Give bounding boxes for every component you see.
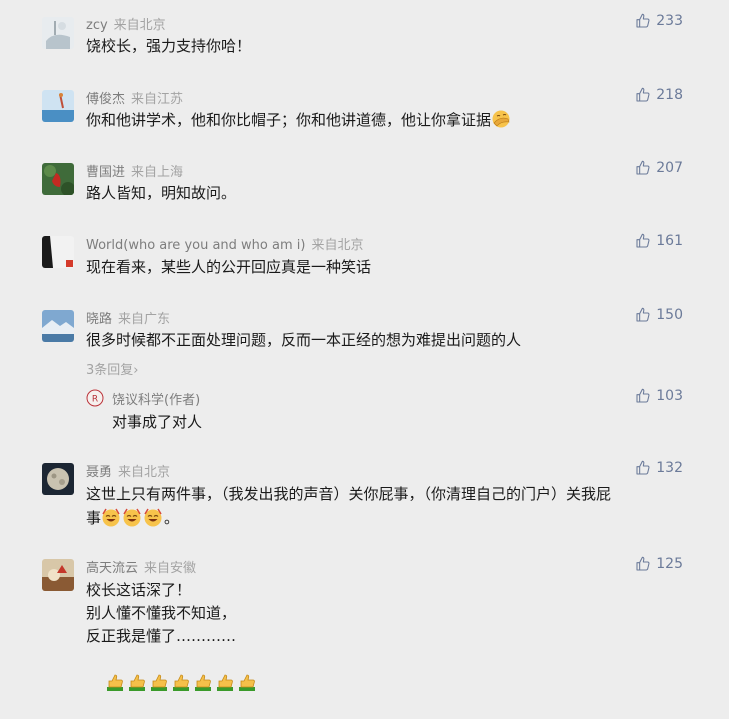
facepalm-emoji	[492, 110, 510, 128]
comment-text: 事。	[86, 506, 179, 530]
comment-text: 很多时候都不正面处理问题，反而一本正经的想为难提出问题的人	[86, 331, 522, 349]
username[interactable]: 晓路	[86, 312, 112, 327]
like-count: 150	[656, 307, 683, 323]
comment-meta: 晓路 来自广东	[86, 308, 170, 327]
username[interactable]: 傅俊杰	[86, 92, 125, 107]
avatar[interactable]	[42, 310, 74, 342]
avatar[interactable]	[42, 163, 74, 195]
location-label: 来自江苏	[131, 92, 184, 107]
location-label: 来自上海	[131, 165, 184, 180]
comment-text: 你和他讲学术，他和你比帽子；你和他讲道德，他让你拿证据	[86, 108, 512, 132]
thumbs-up-emoji	[215, 672, 235, 692]
username[interactable]: World(who are you and who am i)	[86, 238, 305, 253]
username[interactable]: 曹国进	[86, 165, 125, 180]
like-count: 125	[656, 556, 683, 572]
chevron-right-icon: ›	[133, 363, 139, 378]
thumbs-up-outline-icon	[635, 87, 651, 103]
avatar[interactable]	[42, 236, 74, 268]
thumbs-up-emoji	[237, 672, 257, 692]
location-label: 来自北京	[311, 238, 364, 253]
thumbs-up-emoji	[149, 672, 169, 692]
reply-username[interactable]: 饶议科学(作者)	[112, 389, 200, 408]
location-label: 来自广东	[118, 312, 171, 327]
like-button[interactable]: 233	[635, 13, 683, 29]
comment-text-line: 这世上只有两件事，（我发出我的声音）关你屁事，（你清理自己的门户）关我屁	[86, 485, 612, 503]
like-count: 161	[656, 233, 683, 249]
thumbs-up-outline-icon	[635, 388, 651, 404]
comment-meta: World(who are you and who am i) 来自北京	[86, 234, 363, 253]
replies-count-label: 3条回复	[86, 363, 134, 378]
username[interactable]: zcy	[86, 18, 108, 33]
thumbs-up-emoji	[105, 672, 125, 692]
like-button[interactable]: 125	[635, 556, 683, 572]
like-button[interactable]: 218	[635, 87, 683, 103]
avatar[interactable]	[42, 559, 74, 591]
thumbs-up-emoji	[127, 672, 147, 692]
like-button[interactable]: 132	[635, 460, 683, 476]
comment-text-line: 校长这话深了！	[86, 581, 192, 599]
comment-meta: 高天流云 来自安徽	[86, 557, 196, 576]
location-label: 来自北京	[118, 465, 171, 480]
like-count: 207	[656, 160, 683, 176]
comment-text: 这世上只有两件事，（我发出我的声音）关你屁事，（你清理自己的门户）关我屁	[86, 482, 611, 506]
username[interactable]: 聂勇	[86, 465, 112, 480]
thumbs-up-emoji	[171, 672, 191, 692]
like-count: 233	[656, 13, 683, 29]
comment-text-line: 反正我是懂了…………	[86, 627, 237, 645]
comment-text-end: 。	[164, 509, 180, 527]
thumbs-up-outline-icon	[635, 233, 651, 249]
like-count: 103	[656, 388, 683, 404]
comment-meta: zcy 来自北京	[86, 14, 166, 33]
like-button[interactable]: 161	[635, 233, 683, 249]
comment-text: 饶校长，强力支持你哈！	[86, 37, 252, 55]
laughing-emoji	[122, 507, 142, 527]
comment-meta: 聂勇 来自北京	[86, 461, 170, 480]
like-count: 218	[656, 87, 683, 103]
like-count: 132	[656, 460, 683, 476]
comment-meta: 曹国进 来自上海	[86, 161, 183, 180]
comment-text: 现在看来，某些人的公开回应真是一种笑话	[86, 258, 372, 276]
thumbs-up-outline-icon	[635, 160, 651, 176]
location-label: 来自北京	[113, 18, 166, 33]
laughing-emoji	[143, 507, 163, 527]
location-label: 来自安徽	[144, 561, 197, 576]
emoji-row	[86, 647, 259, 719]
username[interactable]: 高天流云	[86, 561, 138, 576]
comment-text-body: 你和他讲学术，他和你比帽子；你和他讲道德，他让你拿证据	[86, 111, 492, 129]
thumbs-up-emoji	[193, 672, 213, 692]
comment-text: 路人皆知，明知故问。	[86, 184, 237, 202]
like-button[interactable]: 207	[635, 160, 683, 176]
svg-text:R: R	[92, 395, 98, 405]
laughing-emoji	[101, 507, 121, 527]
comment-meta: 傅俊杰 来自江苏	[86, 88, 183, 107]
reply-text: 对事成了对人	[112, 413, 203, 431]
thumbs-up-outline-icon	[635, 556, 651, 572]
thumbs-up-outline-icon	[635, 13, 651, 29]
view-replies-link[interactable]: 3条回复›	[86, 359, 138, 378]
comment-text-line: 别人懂不懂我不知道，	[86, 604, 237, 622]
avatar[interactable]	[42, 90, 74, 122]
comment-text-line: 事	[86, 509, 102, 527]
reply-avatar[interactable]: R	[86, 389, 104, 407]
like-button[interactable]: 150	[635, 307, 683, 323]
avatar[interactable]	[42, 463, 74, 495]
thumbs-up-outline-icon	[635, 460, 651, 476]
avatar[interactable]	[42, 17, 74, 49]
reply-like-button[interactable]: 103	[635, 388, 683, 404]
thumbs-up-outline-icon	[635, 307, 651, 323]
